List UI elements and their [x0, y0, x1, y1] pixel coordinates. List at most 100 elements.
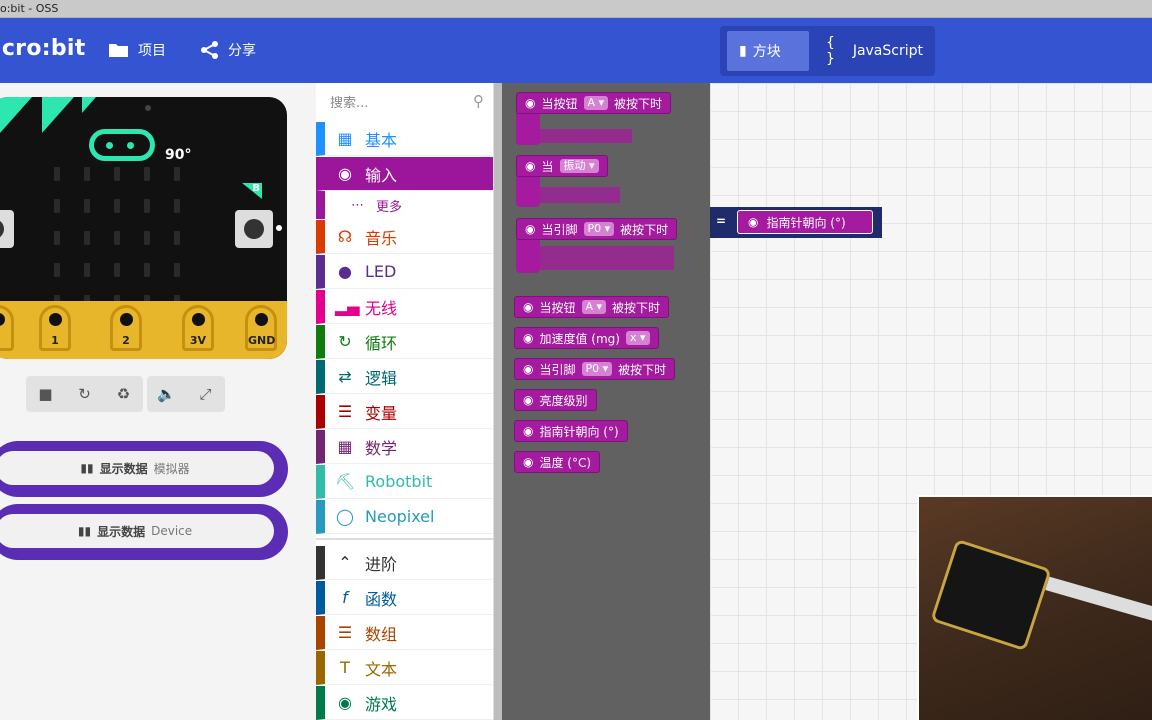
slowmo-icon[interactable]: ♻ [104, 376, 143, 412]
input-icon: ◉ [525, 159, 536, 173]
led[interactable] [174, 231, 180, 245]
led[interactable] [84, 263, 90, 277]
led[interactable] [54, 199, 60, 213]
javascript-editor-button[interactable]: { } JavaScript [814, 31, 935, 71]
input-icon: ◉ [523, 455, 534, 469]
workspace-dragged-block[interactable]: = ◉ 指南针朝向 (°) [710, 207, 882, 238]
pin-1[interactable]: 1 [39, 305, 71, 351]
category-variables[interactable]: ☰ 变量 [316, 395, 493, 429]
led[interactable] [114, 199, 120, 213]
button-b[interactable] [235, 210, 273, 248]
led[interactable] [174, 263, 180, 277]
category-game[interactable]: ◉ 游戏 [316, 686, 493, 720]
category-logic[interactable]: ⇄ 逻辑 [316, 360, 493, 394]
show-data-simulator-inner: ▮▮ 显示数据 模拟器 [0, 451, 274, 485]
led[interactable] [144, 167, 150, 181]
category-music[interactable]: ☊ 音乐 [316, 220, 493, 254]
restart-icon[interactable]: ↻ [65, 376, 104, 412]
axis-dropdown[interactable]: x ▾ [625, 331, 650, 345]
button-dropdown[interactable]: A ▾ [581, 300, 607, 314]
led[interactable] [84, 167, 90, 181]
led[interactable] [114, 231, 120, 245]
pin-2[interactable]: 2 [110, 305, 142, 351]
category-input-more[interactable]: ⋯ 更多 [316, 191, 493, 219]
led[interactable] [114, 263, 120, 277]
light-level-block[interactable]: ◉ 亮度级别 [514, 389, 597, 411]
category-label: 输入 [365, 165, 398, 185]
led[interactable] [114, 167, 120, 181]
pin-is-pressed-block[interactable]: ◉ 当引脚 P0 ▾ 被按下时 [514, 358, 676, 380]
pin-gnd[interactable]: GND [245, 305, 277, 351]
category-loops[interactable]: ↻ 循环 [316, 325, 493, 359]
gamepad-icon: ◉ [338, 693, 352, 712]
signal-bars-icon: ▂▄ [335, 297, 360, 316]
acceleration-block[interactable]: ◉ 加速度值 (mg) x ▾ [514, 327, 659, 349]
led[interactable] [144, 199, 150, 213]
simulator-panel: 90° B 1 2 3V GND ■ ↻ ♻ 🔈 ⤢ ▮▮ 显示数据 模拟器 ▮… [0, 83, 316, 720]
category-neopixel[interactable]: ◯ Neopixel [316, 500, 493, 534]
led[interactable] [54, 167, 60, 181]
input-icon: ◉ [525, 96, 536, 110]
block-flyout: ◉ 当按钮 A ▾ 被按下时 ◉ 当 振动 ▾ ◉ 当引脚 P0 ▾ 被按下时 … [502, 83, 710, 720]
search-input[interactable]: 搜索... [330, 92, 368, 111]
block-text: 温度 (°C) [539, 455, 592, 470]
sound-icon[interactable]: 🔈 [147, 376, 186, 412]
blocks-editor-button[interactable]: ▮ 方块 [727, 31, 809, 71]
search-icon[interactable]: ⚲ [473, 92, 484, 110]
show-data-device-inner: ▮▮ 显示数据 Device [0, 514, 274, 548]
led[interactable] [54, 263, 60, 277]
show-data-simulator-button[interactable]: ▮▮ 显示数据 模拟器 [0, 441, 288, 497]
led[interactable] [84, 199, 90, 213]
gesture-dropdown[interactable]: 振动 ▾ [559, 159, 599, 173]
button-dropdown[interactable]: A ▾ [583, 96, 609, 110]
pin-3v[interactable]: 3V [182, 305, 214, 351]
toolbox: 搜索... ⚲ ▦ 基本 ◉ 输入 ⋯ 更多 ☊ 音乐 ● LED ▂▄ 无线 … [316, 83, 494, 720]
on-button-pressed-block[interactable]: ◉ 当按钮 A ▾ 被按下时 [516, 92, 672, 114]
bar-chart-icon: ▮▮ [80, 461, 94, 475]
input-icon: ◉ [523, 393, 534, 407]
pin-dropdown[interactable]: P0 ▾ [581, 362, 613, 376]
show-data-device-button[interactable]: ▮▮ 显示数据 Device [0, 504, 288, 560]
led[interactable] [174, 199, 180, 213]
category-robotbit[interactable]: ⛏ Robotbit [316, 465, 493, 499]
fullscreen-icon[interactable]: ⤢ [186, 376, 225, 412]
category-functions[interactable]: f 函数 [316, 581, 493, 615]
share-button[interactable]: 分享 [200, 40, 256, 60]
category-label: 进阶 [365, 554, 398, 574]
brand-logo[interactable]: icro:bit [0, 36, 86, 61]
led[interactable] [144, 263, 150, 277]
temperature-block[interactable]: ◉ 温度 (°C) [514, 451, 601, 473]
on-pin-pressed-block[interactable]: ◉ 当引脚 P0 ▾ 被按下时 [516, 218, 678, 240]
toolbox-search[interactable]: 搜索... ⚲ [316, 83, 494, 119]
category-text[interactable]: T 文本 [316, 651, 493, 685]
category-arrays[interactable]: ☰ 数组 [316, 616, 493, 650]
pin-dropdown[interactable]: P0 ▾ [583, 222, 615, 236]
led[interactable] [84, 231, 90, 245]
category-radio[interactable]: ▂▄ 无线 [316, 290, 493, 324]
button-a[interactable] [0, 210, 14, 248]
more-dots-icon: ⋯ [351, 197, 364, 213]
category-advanced[interactable]: ⌃ 进阶 [316, 546, 493, 580]
projects-label: 项目 [138, 43, 166, 59]
category-basic[interactable]: ▦ 基本 [316, 122, 493, 156]
calculator-icon: ▦ [337, 437, 353, 456]
category-input[interactable]: ◉ 输入 [316, 157, 493, 191]
led[interactable] [54, 231, 60, 245]
hat-block-stub [516, 187, 620, 203]
category-math[interactable]: ▦ 数学 [316, 430, 493, 464]
on-gesture-block[interactable]: ◉ 当 振动 ▾ [516, 155, 608, 177]
stop-icon[interactable]: ■ [26, 376, 65, 412]
block-text: 当引脚 [539, 362, 576, 377]
led[interactable] [174, 167, 180, 181]
projects-button[interactable]: 项目 [108, 40, 166, 60]
toolbox-scrollbar[interactable] [494, 83, 502, 720]
block-text: 当引脚 [541, 222, 578, 237]
block-text: 指南针朝向 (°) [539, 424, 619, 439]
compass-heading-block[interactable]: ◉ 指南针朝向 (°) [514, 420, 628, 442]
led[interactable] [144, 231, 150, 245]
category-led[interactable]: ● LED [316, 255, 493, 289]
button-is-pressed-block[interactable]: ◉ 当按钮 A ▾ 被按下时 [514, 296, 670, 318]
block-text: 当按钮 [541, 96, 578, 111]
toggle-icon: ● [338, 262, 352, 281]
compass-heading-workspace-block[interactable]: ◉ 指南针朝向 (°) [737, 210, 873, 234]
